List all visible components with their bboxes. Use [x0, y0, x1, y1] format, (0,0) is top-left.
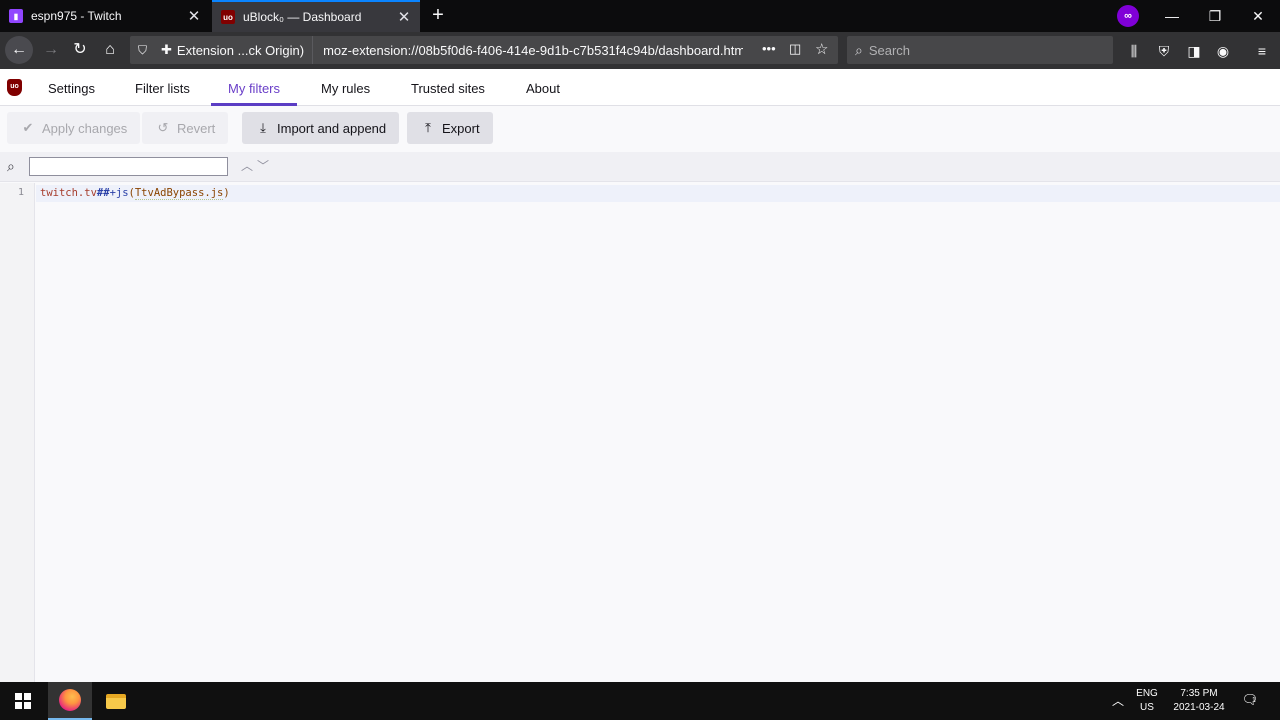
pocket-icon[interactable]: ◫: [789, 41, 801, 57]
filter-scriptlet-argument: TtvAdBypass.js: [134, 187, 224, 200]
private-browsing-icon: ∞: [1117, 5, 1139, 27]
close-window-button[interactable]: ✕: [1238, 0, 1278, 32]
tab-trusted-sites[interactable]: Trusted sites: [394, 69, 502, 106]
tab-title: uBlock₀ — Dashboard: [243, 10, 362, 24]
filter-open-paren: (: [128, 187, 135, 199]
tray-overflow-icon[interactable]: ︿: [1112, 692, 1124, 709]
extension-identity[interactable]: ✚ Extension ...ck Origin): [153, 36, 314, 64]
system-clock[interactable]: 7:35 PM 2021-03-24: [1164, 687, 1234, 715]
import-append-button[interactable]: ⤓ Import and append: [242, 112, 400, 144]
line-number: 1: [17, 187, 24, 198]
windows-logo-icon: [15, 693, 31, 709]
language-code: ENG: [1136, 688, 1158, 699]
download-icon: ⤓: [260, 120, 266, 135]
export-label: Export: [442, 120, 480, 136]
filter-scriptlet-keyword: +js: [109, 187, 129, 199]
notification-center-icon[interactable]: 🗨 1: [1240, 692, 1260, 710]
tracking-shield-icon[interactable]: ⛉: [130, 43, 153, 58]
tab-about[interactable]: About: [509, 69, 577, 106]
filter-hostname: twitch.tv: [40, 187, 97, 199]
reload-button[interactable]: ↻: [67, 37, 93, 63]
find-next-icon[interactable]: ﹀: [257, 157, 269, 174]
identity-label: Extension ...ck Origin): [176, 42, 305, 58]
page-actions-icon[interactable]: •••: [762, 41, 776, 56]
filter-close-paren: ): [223, 187, 230, 199]
home-button[interactable]: ⌂: [97, 37, 123, 63]
browser-tab-twitch[interactable]: ▮ espn975 - Twitch ✕: [0, 0, 210, 32]
url-text[interactable]: moz-extension://08b5f0d6-f406-414e-9d1b-…: [313, 43, 743, 58]
filter-separator: ##: [96, 187, 110, 199]
ublock-toolbar-icon[interactable]: ⛨: [1155, 42, 1173, 60]
filter-line[interactable]: twitch.tv##+js(TtvAdBypass.js): [40, 187, 230, 200]
upload-icon: ⤒: [425, 120, 431, 135]
ublock-icon: uo: [221, 10, 235, 24]
menu-icon[interactable]: ≡: [1253, 42, 1271, 60]
keyboard-layout: US: [1140, 702, 1154, 713]
find-input[interactable]: [29, 157, 228, 176]
tab-settings[interactable]: Settings: [31, 69, 112, 106]
folder-icon: [106, 693, 126, 709]
tab-my-rules[interactable]: My rules: [304, 69, 387, 106]
twitch-icon: ▮: [9, 9, 23, 23]
search-icon: ⌕: [7, 158, 15, 174]
bookmark-star-icon[interactable]: ☆: [815, 40, 828, 58]
tab-title: espn975 - Twitch: [31, 9, 122, 23]
apply-changes-label: Apply changes: [42, 120, 128, 136]
check-icon: ✔: [22, 120, 34, 135]
find-previous-icon[interactable]: ︿: [241, 157, 253, 174]
notification-count: 1: [1252, 697, 1256, 704]
editor-find-bar: ⌕ ︿ ﹀: [0, 152, 1280, 182]
puzzle-icon: ✚: [161, 42, 172, 57]
revert-button[interactable]: ↺ Revert: [142, 112, 229, 144]
filter-actions-toolbar: ✔ Apply changes ↺ Revert ⤓ Import and ap…: [0, 107, 1280, 151]
search-placeholder: Search: [868, 42, 911, 58]
taskbar-firefox[interactable]: [48, 682, 92, 720]
minimize-button[interactable]: —: [1152, 0, 1192, 32]
ublock-logo: uo: [7, 79, 22, 96]
filter-editor[interactable]: 1 twitch.tv##+js(TtvAdBypass.js): [0, 183, 1280, 682]
close-tab-icon[interactable]: ✕: [184, 7, 204, 25]
clock-time: 7:35 PM: [1180, 688, 1218, 699]
restore-button[interactable]: ❐: [1195, 0, 1235, 32]
forward-button[interactable]: →: [38, 37, 64, 63]
firefox-icon: [59, 689, 81, 711]
library-icon[interactable]: ⫼: [1125, 42, 1143, 60]
back-button[interactable]: ←: [5, 36, 33, 64]
dashboard-tabs: uo Settings Filter lists My filters My r…: [0, 69, 1280, 106]
undo-icon: ↺: [157, 120, 169, 135]
taskbar-file-explorer[interactable]: [94, 682, 138, 720]
start-button[interactable]: [0, 682, 46, 720]
tab-filter-lists[interactable]: Filter lists: [118, 69, 207, 106]
revert-label: Revert: [177, 120, 216, 136]
clock-date: 2021-03-24: [1173, 702, 1225, 713]
apply-changes-button[interactable]: ✔ Apply changes: [7, 112, 141, 144]
import-append-label: Import and append: [277, 120, 387, 136]
sidebar-icon[interactable]: ◨: [1185, 42, 1203, 60]
language-indicator[interactable]: ENG US: [1134, 687, 1160, 715]
line-gutter: 1: [0, 183, 35, 682]
browser-tab-strip: ▮ espn975 - Twitch ✕ uo uBlock₀ — Dashbo…: [0, 0, 1280, 32]
navigation-toolbar: ← → ↻ ⌂ ⛉ ✚ Extension ...ck Origin) moz-…: [0, 32, 1280, 69]
account-icon[interactable]: ◉: [1214, 42, 1232, 60]
search-bar[interactable]: ⌕ Search: [847, 36, 1113, 64]
tab-my-filters[interactable]: My filters: [211, 69, 297, 106]
export-button[interactable]: ⤒ Export: [407, 112, 493, 144]
search-icon: ⌕: [855, 41, 863, 58]
browser-tab-ublock[interactable]: uo uBlock₀ — Dashboard ✕: [212, 0, 420, 32]
windows-taskbar: ︿ ENG US 7:35 PM 2021-03-24 🗨 1: [0, 682, 1280, 720]
close-tab-icon[interactable]: ✕: [394, 8, 414, 26]
new-tab-button[interactable]: +: [428, 4, 448, 26]
url-bar[interactable]: ⛉ ✚ Extension ...ck Origin) moz-extensio…: [130, 36, 838, 64]
